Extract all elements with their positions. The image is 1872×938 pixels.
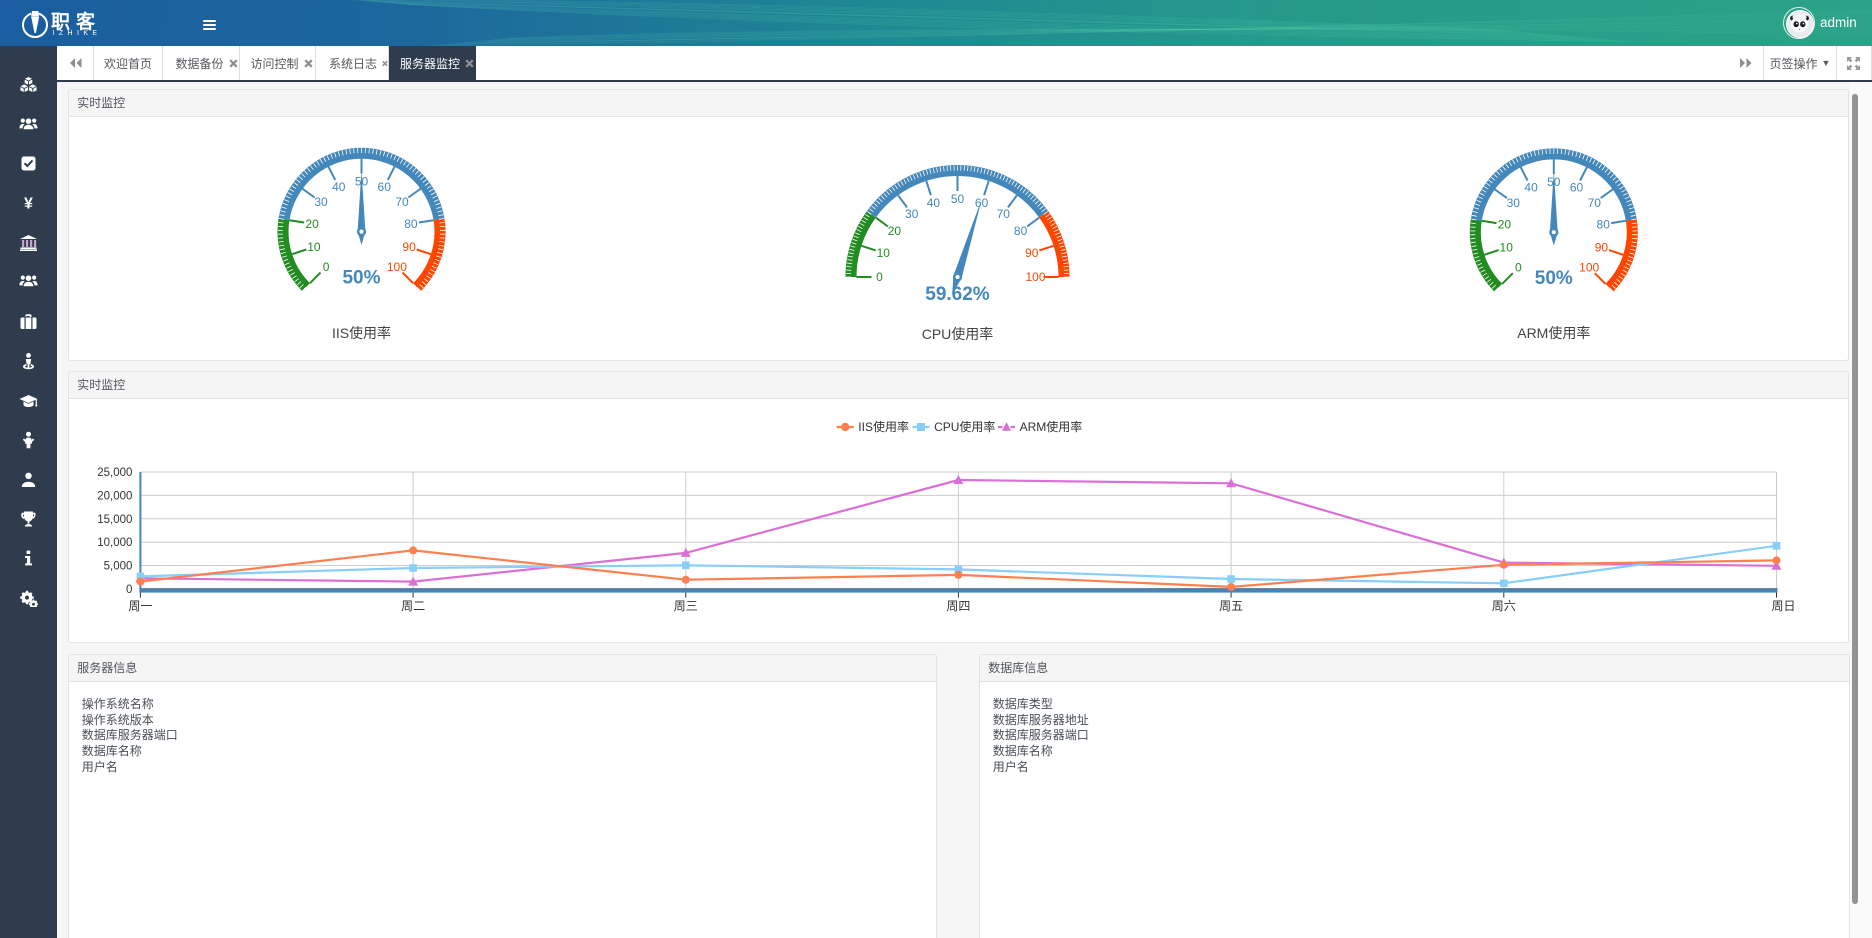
svg-text:10: 10 xyxy=(307,240,321,254)
svg-text:40: 40 xyxy=(927,196,941,210)
svg-text:20: 20 xyxy=(888,224,902,238)
svg-text:59.62%: 59.62% xyxy=(925,284,990,305)
svg-text:40: 40 xyxy=(1524,181,1538,195)
svg-text:0: 0 xyxy=(876,270,883,284)
svg-text:10: 10 xyxy=(877,246,891,260)
svg-text:30: 30 xyxy=(314,195,328,209)
svg-text:60: 60 xyxy=(1570,181,1584,195)
svg-text:70: 70 xyxy=(1588,196,1602,210)
svg-text:100: 100 xyxy=(387,260,407,274)
svg-text:CPU使用率: CPU使用率 xyxy=(922,326,994,342)
svg-text:60: 60 xyxy=(378,180,392,194)
svg-text:90: 90 xyxy=(402,240,416,254)
svg-text:70: 70 xyxy=(997,207,1011,221)
svg-text:80: 80 xyxy=(1597,217,1611,231)
svg-text:50%: 50% xyxy=(1535,268,1573,289)
svg-text:90: 90 xyxy=(1025,246,1039,260)
svg-text:20: 20 xyxy=(305,217,319,231)
svg-text:80: 80 xyxy=(404,217,418,231)
svg-text:40: 40 xyxy=(332,180,346,194)
svg-text:60: 60 xyxy=(975,196,989,210)
svg-text:0: 0 xyxy=(323,260,330,274)
svg-text:0: 0 xyxy=(1515,261,1522,275)
svg-text:50: 50 xyxy=(951,192,965,206)
svg-text:100: 100 xyxy=(1579,261,1599,275)
svg-text:50%: 50% xyxy=(342,268,380,289)
svg-text:ARM使用率: ARM使用率 xyxy=(1517,325,1590,341)
svg-text:100: 100 xyxy=(1025,270,1045,284)
svg-text:30: 30 xyxy=(905,207,919,221)
svg-text:10: 10 xyxy=(1500,241,1514,255)
svg-text:80: 80 xyxy=(1014,224,1028,238)
svg-text:20: 20 xyxy=(1498,217,1512,231)
svg-text:IIS使用率: IIS使用率 xyxy=(332,325,391,341)
svg-text:90: 90 xyxy=(1595,241,1609,255)
svg-text:30: 30 xyxy=(1507,196,1521,210)
svg-text:70: 70 xyxy=(395,195,409,209)
